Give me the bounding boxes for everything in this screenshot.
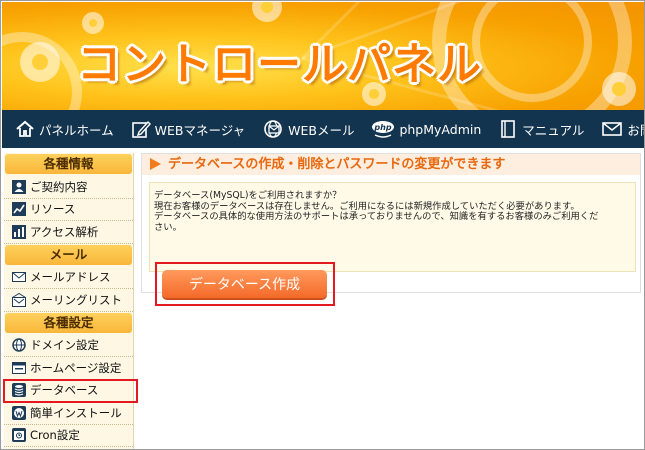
- database-panel: データベースの作成・削除とパスワードの変更ができます データベース(MySQL)…: [141, 153, 641, 306]
- home-icon: [16, 120, 34, 137]
- globe-icon: [12, 338, 26, 352]
- sidebar-item-easy-install[interactable]: 簡単インストール: [4, 402, 133, 425]
- manual-icon: [501, 120, 516, 138]
- nav-label: WEBメール: [288, 122, 355, 138]
- sidebar-item-label: アクセス解析: [30, 224, 99, 239]
- info-line: データベースの具体的な使用方法のサポートは承っておりませんので、知識を有するお客…: [154, 211, 599, 222]
- svg-text:php: php: [374, 123, 392, 132]
- sidebar-item-database[interactable]: データベース: [3, 378, 138, 403]
- info-line: さい。: [154, 221, 182, 233]
- analytics-icon: [12, 224, 26, 239]
- info-line: データベース(MySQL)をご利用されますか？: [154, 190, 342, 201]
- gear-icon: [252, 2, 282, 22]
- mailing-list-icon: [12, 292, 26, 307]
- panel-heading: データベースの作成・削除とパスワードの変更ができます: [142, 154, 640, 175]
- nav-label: お問い合わせ: [627, 122, 644, 138]
- control-panel-window: コントロールパネル パネルホーム WEBマネージャ WEBメール php php…: [0, 0, 645, 450]
- homepage-icon: [12, 361, 26, 375]
- sidebar-item-label: リソース: [30, 202, 76, 217]
- sidebar-item-mailing-list[interactable]: メーリングリスト: [4, 289, 133, 312]
- sidebar: 各種情報 ご契約内容 リソース アクセス解析 メール メールアドレス メーリング…: [3, 153, 138, 449]
- sidebar-item-label: ドメイン設定: [30, 338, 99, 353]
- web-mail-icon: [264, 120, 282, 138]
- sidebar-section-info: 各種情報: [5, 154, 132, 174]
- sidebar-item-mail-address[interactable]: メールアドレス: [4, 267, 133, 289]
- sidebar-item-label: Cron設定: [30, 428, 80, 443]
- main-nav: パネルホーム WEBマネージャ WEBメール php phpMyAdmin マニ…: [2, 110, 644, 148]
- chart-icon: [12, 202, 26, 217]
- sidebar-item-label: データベース: [30, 383, 99, 398]
- database-icon: [12, 383, 26, 398]
- sidebar-section-settings: 各種設定: [5, 312, 132, 333]
- sidebar-section-mail: メール: [5, 244, 132, 265]
- nav-web-manager[interactable]: WEBマネージャ: [118, 110, 249, 148]
- sidebar-item-label: ホームページ設定: [30, 360, 122, 375]
- cron-icon: [12, 428, 26, 443]
- sidebar-item-resource[interactable]: リソース: [4, 199, 133, 221]
- sidebar-item-label: メールアドレス: [30, 270, 111, 285]
- nav-phpmyadmin[interactable]: php phpMyAdmin: [358, 110, 485, 148]
- sidebar-item-label: 簡単インストール: [30, 405, 122, 420]
- sidebar-item-homepage-settings[interactable]: ホームページ設定: [4, 357, 133, 380]
- sidebar-item-label: メーリングリスト: [30, 292, 122, 307]
- nav-label: パネルホーム: [39, 122, 114, 138]
- sidebar-item-contract[interactable]: ご契約内容: [4, 176, 133, 199]
- nav-contact[interactable]: お問い合わせ: [588, 110, 644, 148]
- gear-icon: [602, 72, 636, 106]
- header-banner: コントロールパネル: [2, 2, 644, 110]
- nav-label: マニュアル: [522, 122, 585, 138]
- sidebar-item-cron-settings[interactable]: Cron設定: [4, 425, 133, 447]
- control-panel-title: コントロールパネル: [77, 39, 482, 90]
- sidebar-item-access-analytics[interactable]: アクセス解析: [4, 221, 133, 244]
- nav-manual[interactable]: マニュアル: [485, 110, 588, 148]
- sidebar-item-label: ご契約内容: [30, 179, 88, 194]
- mail-icon: [602, 122, 623, 136]
- envelope-icon: [12, 270, 26, 284]
- nav-label: phpMyAdmin: [399, 121, 482, 137]
- nav-label: WEBマネージャ: [154, 122, 246, 138]
- user-icon: [12, 179, 26, 194]
- gear-icon: [20, 42, 60, 82]
- sidebar-item-domain-settings[interactable]: ドメイン設定: [4, 335, 133, 357]
- create-button-highlight: データベース作成: [155, 262, 335, 306]
- wordpress-icon: [12, 405, 26, 420]
- nav-panel-home[interactable]: パネルホーム: [2, 110, 118, 148]
- nav-web-mail[interactable]: WEBメール: [249, 110, 358, 148]
- php-icon: php: [372, 121, 395, 138]
- info-box: データベース(MySQL)をご利用されますか？ 現在お客様のデータベースは存在し…: [149, 182, 636, 306]
- edit-icon: [131, 120, 151, 138]
- create-database-button[interactable]: データベース作成: [162, 270, 327, 298]
